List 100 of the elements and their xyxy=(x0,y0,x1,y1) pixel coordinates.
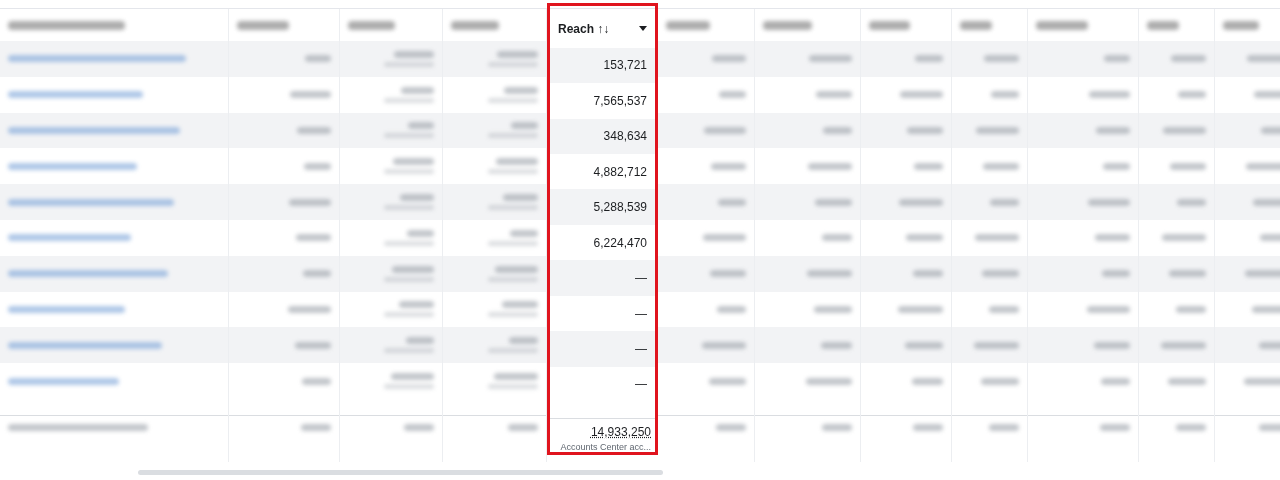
blurred-text xyxy=(982,270,1019,278)
blurred-text xyxy=(989,305,1019,313)
blurred-text xyxy=(304,162,331,170)
table-cell: 153,721 xyxy=(603,58,647,73)
blurred-text xyxy=(808,162,852,170)
blurred-text xyxy=(303,270,331,278)
table-cell: — xyxy=(635,377,647,392)
blurred-text xyxy=(1088,198,1130,206)
blurred-text xyxy=(915,55,943,63)
caret-icon[interactable] xyxy=(639,26,647,32)
blurred-text xyxy=(900,91,943,99)
blurred-text xyxy=(712,55,746,63)
blurred-text xyxy=(989,423,1019,431)
table-cell: — xyxy=(635,342,647,356)
blurred-text xyxy=(1147,20,1180,30)
blurred-text xyxy=(488,97,538,103)
blurred-text xyxy=(718,198,746,206)
blurred-text xyxy=(1259,423,1280,431)
blurred-text xyxy=(1161,341,1206,349)
blurred-text xyxy=(511,122,538,130)
blurred-text xyxy=(392,265,434,273)
header-label: Reach ↑↓ xyxy=(558,21,610,36)
blurred-text xyxy=(503,194,538,202)
blurred-text xyxy=(1101,377,1130,385)
blurred-text xyxy=(399,301,434,309)
blurred-text xyxy=(822,423,852,431)
blurred-text xyxy=(823,127,852,134)
blurred-text xyxy=(1223,20,1260,30)
blurred-text xyxy=(984,55,1019,63)
blurred-text xyxy=(815,198,852,206)
blurred-text xyxy=(1171,55,1206,63)
blurred-text xyxy=(1104,55,1130,63)
blurred-text xyxy=(1253,198,1280,206)
total-value: 14,933,250 xyxy=(590,425,651,439)
blurred-text xyxy=(488,384,538,390)
blurred-text xyxy=(301,423,331,431)
scrollbar[interactable] xyxy=(138,469,663,475)
blurred-text xyxy=(1163,127,1206,134)
blurred-text xyxy=(290,91,331,99)
blurred-text xyxy=(1169,270,1206,278)
blurred-text xyxy=(907,127,943,134)
blurred-text xyxy=(704,127,746,134)
blurred-text xyxy=(1260,234,1280,242)
blurred-text xyxy=(288,305,331,313)
blurred-text xyxy=(711,162,746,170)
blurred-text xyxy=(1170,162,1206,170)
table-cell: 348,634 xyxy=(603,129,647,144)
blurred-text xyxy=(976,127,1019,134)
blurred-text xyxy=(960,20,993,30)
blurred-text xyxy=(1096,127,1130,134)
blurred-text xyxy=(504,86,538,94)
blurred-text xyxy=(814,305,852,313)
blurred-text xyxy=(1176,423,1206,431)
table-cell: 5,288,539 xyxy=(593,200,647,215)
blurred-text xyxy=(1036,20,1088,30)
blurred-text xyxy=(899,198,943,206)
blurred-text xyxy=(1089,91,1130,99)
blurred-text xyxy=(905,341,943,349)
blurred-text xyxy=(822,234,852,242)
column-header[interactable]: Reach ↑↓ xyxy=(550,6,655,48)
blurred-text xyxy=(509,337,538,345)
blurred-text xyxy=(508,423,538,431)
blurred-text xyxy=(384,169,434,175)
blurred-text xyxy=(1176,305,1206,313)
blurred-text xyxy=(821,341,852,349)
blurred-text xyxy=(384,384,434,390)
blurred-text xyxy=(906,234,943,242)
blurred-text xyxy=(305,55,331,63)
blurred-text xyxy=(719,91,746,99)
blurred-text xyxy=(488,240,538,246)
blurred-text xyxy=(981,377,1019,385)
blurred-text xyxy=(1245,270,1280,278)
blurred-text xyxy=(809,55,852,63)
blurred-text xyxy=(913,423,943,431)
blurred-text xyxy=(912,377,943,385)
blurred-text xyxy=(401,86,434,94)
blurred-text xyxy=(295,341,331,349)
blurred-text xyxy=(404,423,434,431)
blurred-text xyxy=(394,50,434,58)
blurred-text xyxy=(666,20,710,30)
blurred-text xyxy=(384,240,434,246)
blurred-text xyxy=(869,20,910,30)
blurred-text xyxy=(296,234,331,242)
blurred-text xyxy=(1244,377,1280,385)
blurred-text xyxy=(406,337,434,345)
blurred-text xyxy=(348,20,396,30)
blurred-text xyxy=(488,312,538,318)
blurred-text xyxy=(496,158,538,166)
blurred-text xyxy=(1246,162,1280,170)
table-cell: — xyxy=(635,306,647,321)
blurred-text xyxy=(816,91,852,99)
blurred-text xyxy=(1177,198,1206,206)
total-note: Accounts Center acc... xyxy=(560,442,651,452)
blurred-text xyxy=(1102,270,1130,278)
blurred-text xyxy=(451,20,499,30)
blurred-text xyxy=(502,301,538,309)
blurred-text xyxy=(494,373,538,381)
blurred-text xyxy=(495,265,538,273)
blurred-text xyxy=(709,377,746,385)
blurred-text xyxy=(488,169,538,175)
